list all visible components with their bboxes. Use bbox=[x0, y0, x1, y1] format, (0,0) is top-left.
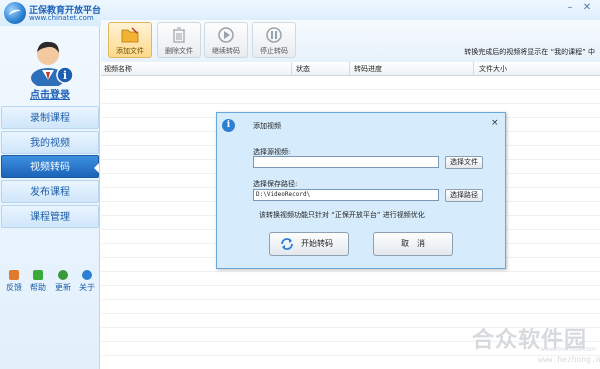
column-divider bbox=[349, 62, 350, 76]
delete-file-label: 删除文件 bbox=[165, 47, 193, 55]
about-icon bbox=[82, 270, 92, 280]
nav-record-course[interactable]: 录制课程 bbox=[1, 106, 99, 129]
stop-transcode-label: 停止转码 bbox=[260, 47, 288, 55]
sidebar: i 点击登录 录制课程 我的视频 视频转码 发布课程 课程管理 反馈 帮助 更新… bbox=[0, 26, 100, 369]
add-video-dialog: i 添加视频 × 选择源视频: 选择文件 选择保存路径: D:\VideoRec… bbox=[216, 112, 506, 269]
feedback-icon bbox=[9, 270, 19, 280]
choose-path-button[interactable]: 选择路径 bbox=[445, 189, 483, 202]
feedback-label: 反馈 bbox=[6, 283, 22, 292]
dialog-close-icon[interactable]: × bbox=[491, 118, 499, 128]
col-status[interactable]: 状态 bbox=[296, 64, 310, 74]
column-divider bbox=[291, 62, 292, 76]
dialog-title: 添加视频 bbox=[253, 122, 281, 130]
save-path-input[interactable]: D:\VideoRecord\ bbox=[253, 189, 439, 201]
delete-file-button[interactable]: 删除文件 bbox=[157, 22, 201, 58]
help-icon bbox=[33, 270, 43, 280]
cancel-button[interactable]: 取 消 bbox=[373, 232, 453, 256]
col-progress[interactable]: 转码进度 bbox=[354, 64, 382, 74]
save-path-label: 选择保存路径: bbox=[253, 180, 298, 188]
help-label: 帮助 bbox=[30, 283, 46, 292]
start-transcode-button[interactable]: 开始转码 bbox=[269, 232, 349, 256]
update-icon bbox=[58, 270, 68, 280]
svg-text:i: i bbox=[63, 69, 67, 82]
about-button[interactable]: 关于 bbox=[77, 270, 97, 293]
app-logo-icon bbox=[4, 2, 26, 24]
user-avatar-icon[interactable]: i bbox=[30, 36, 74, 86]
nav-video-transcode[interactable]: 视频转码 bbox=[1, 155, 99, 178]
info-icon: i bbox=[222, 119, 235, 132]
nav-course-manage[interactable]: 课程管理 bbox=[1, 205, 99, 228]
app-url: www.chinatet.com bbox=[29, 14, 94, 22]
add-file-label: 添加文件 bbox=[116, 47, 144, 55]
trash-icon bbox=[173, 27, 185, 43]
choose-file-button[interactable]: 选择文件 bbox=[445, 156, 483, 169]
watermark-sub: www.downxia.com bbox=[540, 346, 596, 353]
col-video-name[interactable]: 视频名称 bbox=[104, 64, 132, 74]
close-icon[interactable]: ✕ bbox=[580, 2, 594, 14]
minimize-icon[interactable]: – bbox=[563, 2, 577, 14]
resume-transcode-button[interactable]: 继续转码 bbox=[204, 22, 248, 58]
resume-transcode-label: 继续转码 bbox=[212, 47, 240, 55]
output-hint: 转换完成后的视频将显示在 “我的课程” 中 bbox=[464, 48, 595, 56]
update-button[interactable]: 更新 bbox=[53, 270, 73, 293]
table-header: 视频名称 状态 转码进度 文件大小 bbox=[101, 62, 600, 76]
help-button[interactable]: 帮助 bbox=[28, 270, 48, 293]
dialog-note: 该转换视频功能只针对 “正保开放平台” 进行视频优化 bbox=[259, 211, 425, 219]
nav-publish-course[interactable]: 发布课程 bbox=[1, 180, 99, 203]
login-link[interactable]: 点击登录 bbox=[0, 86, 100, 101]
stop-transcode-button[interactable]: 停止转码 bbox=[252, 22, 296, 58]
about-label: 关于 bbox=[79, 283, 95, 292]
resume-icon bbox=[218, 27, 234, 43]
column-divider bbox=[473, 62, 474, 76]
add-folder-icon bbox=[121, 27, 139, 43]
update-label: 更新 bbox=[55, 283, 71, 292]
watermark: 合众软件园 www.downxia.com www.hezhong.net bbox=[466, 322, 600, 369]
transcode-icon bbox=[281, 238, 293, 250]
col-file-size[interactable]: 文件大小 bbox=[479, 64, 507, 74]
feedback-button[interactable]: 反馈 bbox=[4, 270, 24, 293]
nav-my-videos[interactable]: 我的视频 bbox=[1, 131, 99, 154]
add-file-button[interactable]: 添加文件 bbox=[108, 22, 152, 58]
source-video-input[interactable] bbox=[253, 156, 439, 168]
pause-icon bbox=[266, 27, 282, 43]
watermark-url: www.hezhong.net bbox=[538, 355, 600, 364]
